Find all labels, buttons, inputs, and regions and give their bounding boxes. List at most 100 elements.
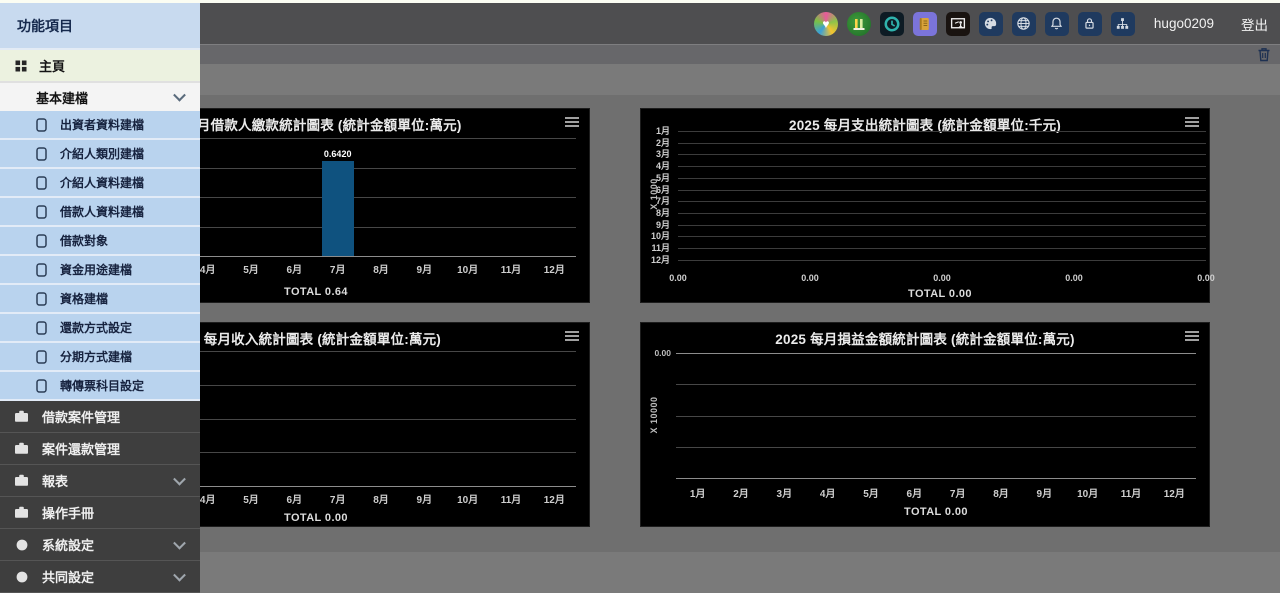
sidebar-group-label: 基本建檔 bbox=[36, 88, 88, 107]
clock-app-icon[interactable] bbox=[880, 12, 904, 36]
sidebar-subitem-label: 分期方式建檔 bbox=[60, 348, 132, 365]
journal-icon bbox=[34, 176, 49, 190]
sidebar-item-page[interactable]: 操作手冊 bbox=[0, 497, 200, 529]
sidebar-subitem-label: 介紹人資料建檔 bbox=[60, 174, 144, 191]
gridline bbox=[676, 384, 1196, 385]
circle-icon bbox=[14, 539, 29, 551]
sidebar-item-group[interactable]: 系統設定 bbox=[0, 529, 200, 561]
journal-icon bbox=[34, 379, 49, 393]
sidebar-subitem[interactable]: 借款對象 bbox=[0, 227, 200, 256]
sidebar-menu-groups: 借款案件管理案件還款管理報表操作手冊系統設定共同設定 bbox=[0, 401, 200, 593]
sidebar-item-group[interactable]: 報表 bbox=[0, 465, 200, 497]
y-axis-label: 12月 bbox=[641, 253, 670, 266]
x-axis-label: 11月 bbox=[1121, 485, 1142, 500]
x-axis-label: 7月 bbox=[950, 485, 966, 500]
sidebar-subitem[interactable]: 借款人資料建檔 bbox=[0, 198, 200, 227]
chart-menu-icon[interactable] bbox=[565, 117, 579, 129]
sidebar-subitem[interactable]: 介紹人資料建檔 bbox=[0, 169, 200, 198]
sidebar-item-label: 借款案件管理 bbox=[42, 407, 120, 426]
globe-glyph bbox=[1015, 15, 1032, 32]
chart-menu-icon[interactable] bbox=[565, 331, 579, 343]
x-axis-tick: 0.00 bbox=[669, 273, 687, 283]
presentation-app-icon[interactable] bbox=[946, 12, 970, 36]
green-bank-logo-icon[interactable] bbox=[847, 12, 871, 36]
sidebar-subitem-label: 轉傳票科目設定 bbox=[60, 377, 144, 394]
briefcase-icon bbox=[14, 410, 29, 423]
sidebar-item-label: 案件還款管理 bbox=[42, 439, 120, 458]
lock-icon[interactable] bbox=[1078, 12, 1102, 36]
clock-glyph bbox=[882, 14, 902, 34]
gridline bbox=[676, 353, 1196, 354]
row-line bbox=[678, 190, 1206, 191]
sidebar-item-label: 系統設定 bbox=[42, 535, 94, 554]
x-axis-label: 8月 bbox=[993, 485, 1009, 500]
x-axis-label: 11月 bbox=[501, 491, 522, 506]
sidebar-item-page[interactable]: 案件還款管理 bbox=[0, 433, 200, 465]
sidebar-item-page[interactable]: 借款案件管理 bbox=[0, 401, 200, 433]
row-line bbox=[678, 178, 1206, 179]
sidebar-subitem-label: 還款方式設定 bbox=[60, 319, 132, 336]
sidebar-subitem[interactable]: 還款方式設定 bbox=[0, 314, 200, 343]
row-line bbox=[678, 225, 1206, 226]
x-axis-tick: 0.00 bbox=[1065, 273, 1083, 283]
x-axis-label: 12月 bbox=[1164, 485, 1185, 500]
sidebar-subitem[interactable]: 資格建檔 bbox=[0, 285, 200, 314]
briefcase-icon bbox=[14, 506, 29, 519]
sidebar-item-home[interactable]: 主頁 bbox=[0, 50, 200, 83]
row-line bbox=[678, 201, 1206, 202]
journal-icon bbox=[34, 234, 49, 248]
palette-glyph bbox=[982, 15, 999, 32]
axis-multiplier-label: X 1000 bbox=[649, 178, 659, 210]
chart-title: 2025 每月損益金額統計圖表 (統計金額單位:萬元) bbox=[641, 328, 1209, 348]
row-line bbox=[678, 166, 1206, 167]
row-line bbox=[678, 154, 1206, 155]
sidebar-subitem[interactable]: 介紹人類別建檔 bbox=[0, 140, 200, 169]
x-axis-tick: 0.00 bbox=[933, 273, 951, 283]
presentation-glyph bbox=[949, 15, 967, 33]
trash-icon[interactable] bbox=[1257, 47, 1271, 62]
journal-icon bbox=[34, 321, 49, 335]
palette-icon[interactable] bbox=[979, 12, 1003, 36]
sidebar-subitem-label: 介紹人類別建檔 bbox=[60, 145, 144, 162]
x-axis-label: 10月 bbox=[1077, 485, 1098, 500]
sidebar-subitem[interactable]: 資金用途建檔 bbox=[0, 256, 200, 285]
sidebar-subitem[interactable]: 轉傳票科目設定 bbox=[0, 372, 200, 401]
trash-glyph bbox=[1257, 47, 1271, 62]
sitemap-glyph bbox=[1114, 15, 1131, 32]
chart-total-label: TOTAL 0.00 bbox=[676, 506, 1196, 518]
x-axis-label: 3月 bbox=[777, 485, 793, 500]
x-axis-tick: 0.00 bbox=[801, 273, 819, 283]
row-line bbox=[678, 260, 1206, 261]
chart-total-label: TOTAL 0.00 bbox=[674, 288, 1206, 300]
journal-icon bbox=[34, 205, 49, 219]
sidebar-group-basic[interactable]: 基本建檔 bbox=[0, 83, 200, 111]
journal-icon bbox=[34, 147, 49, 161]
chart-panel-monthly-expense: 2025 每月支出統計圖表 (統計金額單位:千元) TOTAL 0.00 1月2… bbox=[640, 108, 1210, 303]
sidebar-subitem[interactable]: 出資者資料建檔 bbox=[0, 111, 200, 140]
bank-glyph bbox=[851, 16, 867, 32]
row-line bbox=[678, 236, 1206, 237]
logout-button[interactable]: 登出 bbox=[1241, 14, 1268, 34]
sidebar: 功能項目 主頁 基本建檔 出資者資料建檔介紹人類別建檔介紹人資料建檔借款人資料建… bbox=[0, 3, 200, 592]
sidebar-subitem-label: 資格建檔 bbox=[60, 290, 108, 307]
sidebar-subitem-label: 資金用途建檔 bbox=[60, 261, 132, 278]
chevron-down-icon bbox=[173, 472, 186, 485]
sitemap-icon[interactable] bbox=[1111, 12, 1135, 36]
sidebar-item-group[interactable]: 共同設定 bbox=[0, 561, 200, 593]
globe-icon[interactable] bbox=[1012, 12, 1036, 36]
journal-icon bbox=[34, 292, 49, 306]
sidebar-subitem[interactable]: 分期方式建檔 bbox=[0, 343, 200, 372]
journal-icon bbox=[34, 350, 49, 364]
bell-glyph bbox=[1048, 15, 1065, 32]
bell-icon[interactable] bbox=[1045, 12, 1069, 36]
flower-logo-icon[interactable]: ♥ bbox=[814, 12, 838, 36]
row-line bbox=[678, 143, 1206, 144]
x-axis-label: 6月 bbox=[907, 485, 923, 500]
scroll-app-icon[interactable] bbox=[913, 12, 937, 36]
scroll-glyph bbox=[916, 15, 934, 33]
chart-menu-icon[interactable] bbox=[1185, 117, 1199, 129]
x-axis-label: 1月 bbox=[690, 485, 706, 500]
chart-menu-icon[interactable] bbox=[1185, 331, 1199, 343]
x-axis-label: 8月 bbox=[373, 491, 389, 506]
circle-icon bbox=[14, 571, 29, 583]
